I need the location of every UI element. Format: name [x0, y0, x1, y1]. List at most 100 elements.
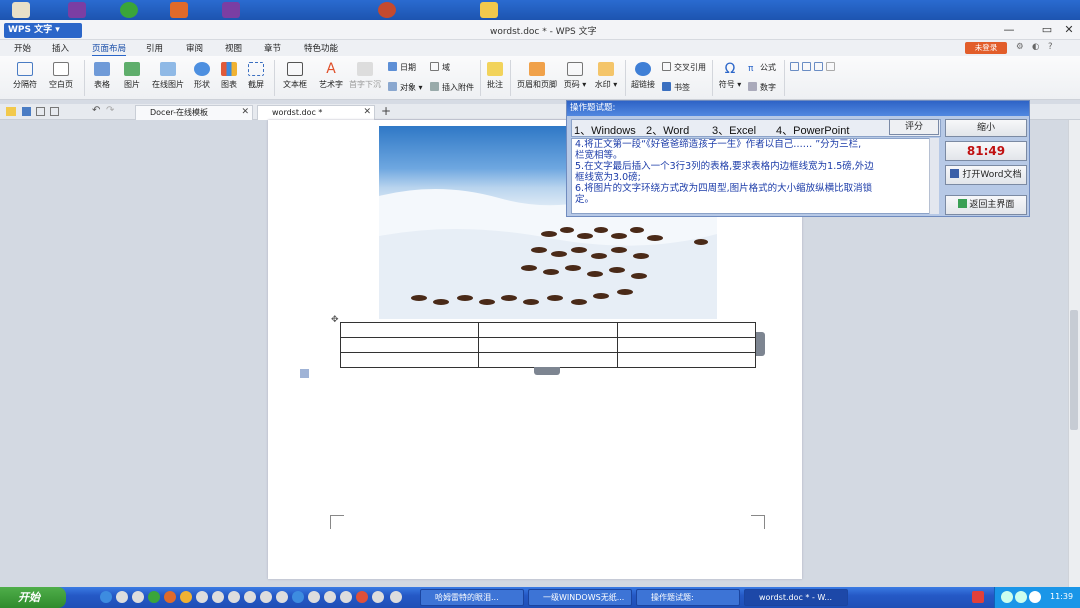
add-row-handle[interactable]: [534, 367, 560, 375]
help-icon[interactable]: ?: [1048, 42, 1053, 52]
menu-references[interactable]: 引用: [146, 42, 163, 54]
table-cell[interactable]: [478, 337, 618, 353]
chart-button[interactable]: 图表: [218, 62, 240, 90]
minimize-window-button[interactable]: —: [1000, 22, 1018, 38]
symbol-button[interactable]: Ω 符号 ▾: [716, 62, 744, 90]
field-button[interactable]: 域: [430, 62, 450, 73]
avatar-app-icon[interactable]: [378, 2, 396, 18]
menu-page-layout[interactable]: 页面布局: [92, 42, 127, 57]
picture-button[interactable]: 图片: [120, 62, 144, 90]
tab-windows[interactable]: 1、Windows: [574, 122, 636, 138]
task-text-area[interactable]: 4.将正文第一段“《好爸爸缔造孩子一生》作者以自己…… ”分为三栏, 栏宽相等。…: [571, 138, 933, 214]
menu-special[interactable]: 特色功能: [304, 42, 338, 54]
shape-button[interactable]: 形状: [190, 62, 214, 90]
blank-page-button[interactable]: 空白页: [46, 62, 76, 90]
print-icon[interactable]: [36, 107, 45, 116]
tab-docer-templates[interactable]: Docer-在线模板 ✕: [135, 105, 253, 120]
tab-wordst-doc[interactable]: wordst.doc * ✕: [257, 105, 375, 120]
winrar-icon-2[interactable]: [222, 2, 240, 18]
tab-excel[interactable]: 3、Excel: [712, 122, 756, 138]
task-text-scrollbar[interactable]: [929, 138, 939, 214]
quicklaunch-icon[interactable]: [164, 591, 176, 603]
quicklaunch-icon[interactable]: [196, 591, 208, 603]
chrome-icon[interactable]: [356, 591, 368, 603]
open-word-doc-button[interactable]: 打开Word文档: [945, 165, 1027, 185]
quicklaunch-icon[interactable]: [276, 591, 288, 603]
menu-review[interactable]: 审阅: [186, 42, 203, 54]
watermark-button[interactable]: 水印 ▾: [592, 62, 620, 90]
date-button[interactable]: 日期: [388, 62, 416, 73]
form-icon[interactable]: [814, 62, 823, 71]
page-number-button[interactable]: 页码 ▾: [562, 62, 588, 90]
menu-home[interactable]: 开始: [14, 42, 31, 54]
cross-reference-button[interactable]: 交叉引用: [662, 62, 706, 73]
quicklaunch-icon[interactable]: [292, 591, 304, 603]
online-picture-button[interactable]: 在线图片: [150, 62, 186, 90]
menu-chapter[interactable]: 章节: [264, 42, 281, 54]
table-cell[interactable]: [339, 352, 480, 368]
header-footer-button[interactable]: 页眉和页脚: [514, 62, 560, 90]
back-to-main-button[interactable]: 返回主界面: [945, 195, 1027, 215]
hyperlink-button[interactable]: 超链接: [629, 62, 657, 90]
quicklaunch-icon[interactable]: [180, 591, 192, 603]
vertical-scroll-thumb[interactable]: [1070, 310, 1078, 430]
login-button[interactable]: 未登录: [965, 42, 1007, 54]
wps-tray-icon[interactable]: [972, 591, 984, 603]
table-cell[interactable]: [616, 352, 757, 368]
taskbar-item-wps-doc[interactable]: wordst.doc * - W...: [744, 589, 848, 606]
close-tab-icon[interactable]: ✕: [241, 106, 249, 119]
close-tab-icon[interactable]: ✕: [363, 106, 371, 119]
open-folder-icon[interactable]: [6, 107, 16, 116]
section-break-button[interactable]: 分隔符: [8, 62, 42, 90]
quicklaunch-icon[interactable]: [390, 591, 402, 603]
tab-word[interactable]: 2、Word: [646, 122, 689, 138]
quicklaunch-icon[interactable]: [148, 591, 160, 603]
more-icon[interactable]: [826, 62, 835, 71]
quicklaunch-icon[interactable]: [260, 591, 272, 603]
table-cell[interactable]: [339, 322, 480, 338]
skin-icon[interactable]: ◐: [1032, 42, 1039, 52]
quicklaunch-icon[interactable]: [228, 591, 240, 603]
table-cell[interactable]: [339, 337, 480, 353]
table-cell[interactable]: [478, 352, 618, 368]
dropcap-button[interactable]: 首字下沉: [348, 62, 382, 90]
taskbar-item-exam-dialog[interactable]: 操作题试题:: [636, 589, 740, 606]
green-app-icon[interactable]: [120, 2, 138, 18]
clock[interactable]: 11:39: [1050, 592, 1073, 601]
volume-icon[interactable]: [1029, 591, 1041, 603]
taskbar-item-exam-windows[interactable]: 一级WINDOWS无纸...: [528, 589, 632, 606]
tray-icon[interactable]: [1001, 591, 1013, 603]
add-column-handle[interactable]: [756, 332, 765, 356]
ie-icon[interactable]: [100, 591, 112, 603]
formula-button[interactable]: π 公式: [748, 62, 776, 74]
quicklaunch-icon[interactable]: [132, 591, 144, 603]
close-window-button[interactable]: ✕: [1060, 22, 1078, 38]
check-icon[interactable]: [802, 62, 811, 71]
windows-flag-icon[interactable]: [170, 2, 188, 18]
wordart-button[interactable]: A 艺术字: [316, 62, 346, 90]
object-button[interactable]: 对象 ▾: [388, 82, 423, 93]
folder-icon[interactable]: [480, 2, 498, 18]
undo-icon[interactable]: ↶: [92, 105, 100, 116]
table-button[interactable]: 表格: [90, 62, 114, 90]
start-button[interactable]: 开始: [0, 587, 66, 608]
preview-icon[interactable]: [50, 107, 59, 116]
settings-icon[interactable]: ⚙: [1016, 42, 1024, 52]
textbox-button[interactable]: 文本框: [280, 62, 310, 90]
new-tab-button[interactable]: +: [381, 104, 391, 118]
table-cell[interactable]: [616, 322, 757, 338]
table-move-handle-icon[interactable]: ✥: [331, 315, 339, 325]
tab-powerpoint[interactable]: 4、PowerPoint: [776, 122, 849, 138]
app-menu-button[interactable]: WPS 文字 ▾: [4, 23, 82, 38]
bookmark-button[interactable]: 书签: [662, 82, 690, 93]
document-table[interactable]: [339, 322, 757, 368]
taskbar-item-hamlet[interactable]: 哈姆雷特的眼泪...: [420, 589, 524, 606]
paste-options-icon[interactable]: [300, 369, 309, 378]
table-cell[interactable]: [616, 337, 757, 353]
score-button[interactable]: 评分: [889, 119, 939, 135]
attachment-button[interactable]: 插入附件: [430, 82, 474, 93]
quicklaunch-icon[interactable]: [212, 591, 224, 603]
maximize-window-button[interactable]: ▭: [1038, 22, 1056, 38]
quicklaunch-icon[interactable]: [116, 591, 128, 603]
redo-icon[interactable]: ↷: [106, 105, 114, 116]
